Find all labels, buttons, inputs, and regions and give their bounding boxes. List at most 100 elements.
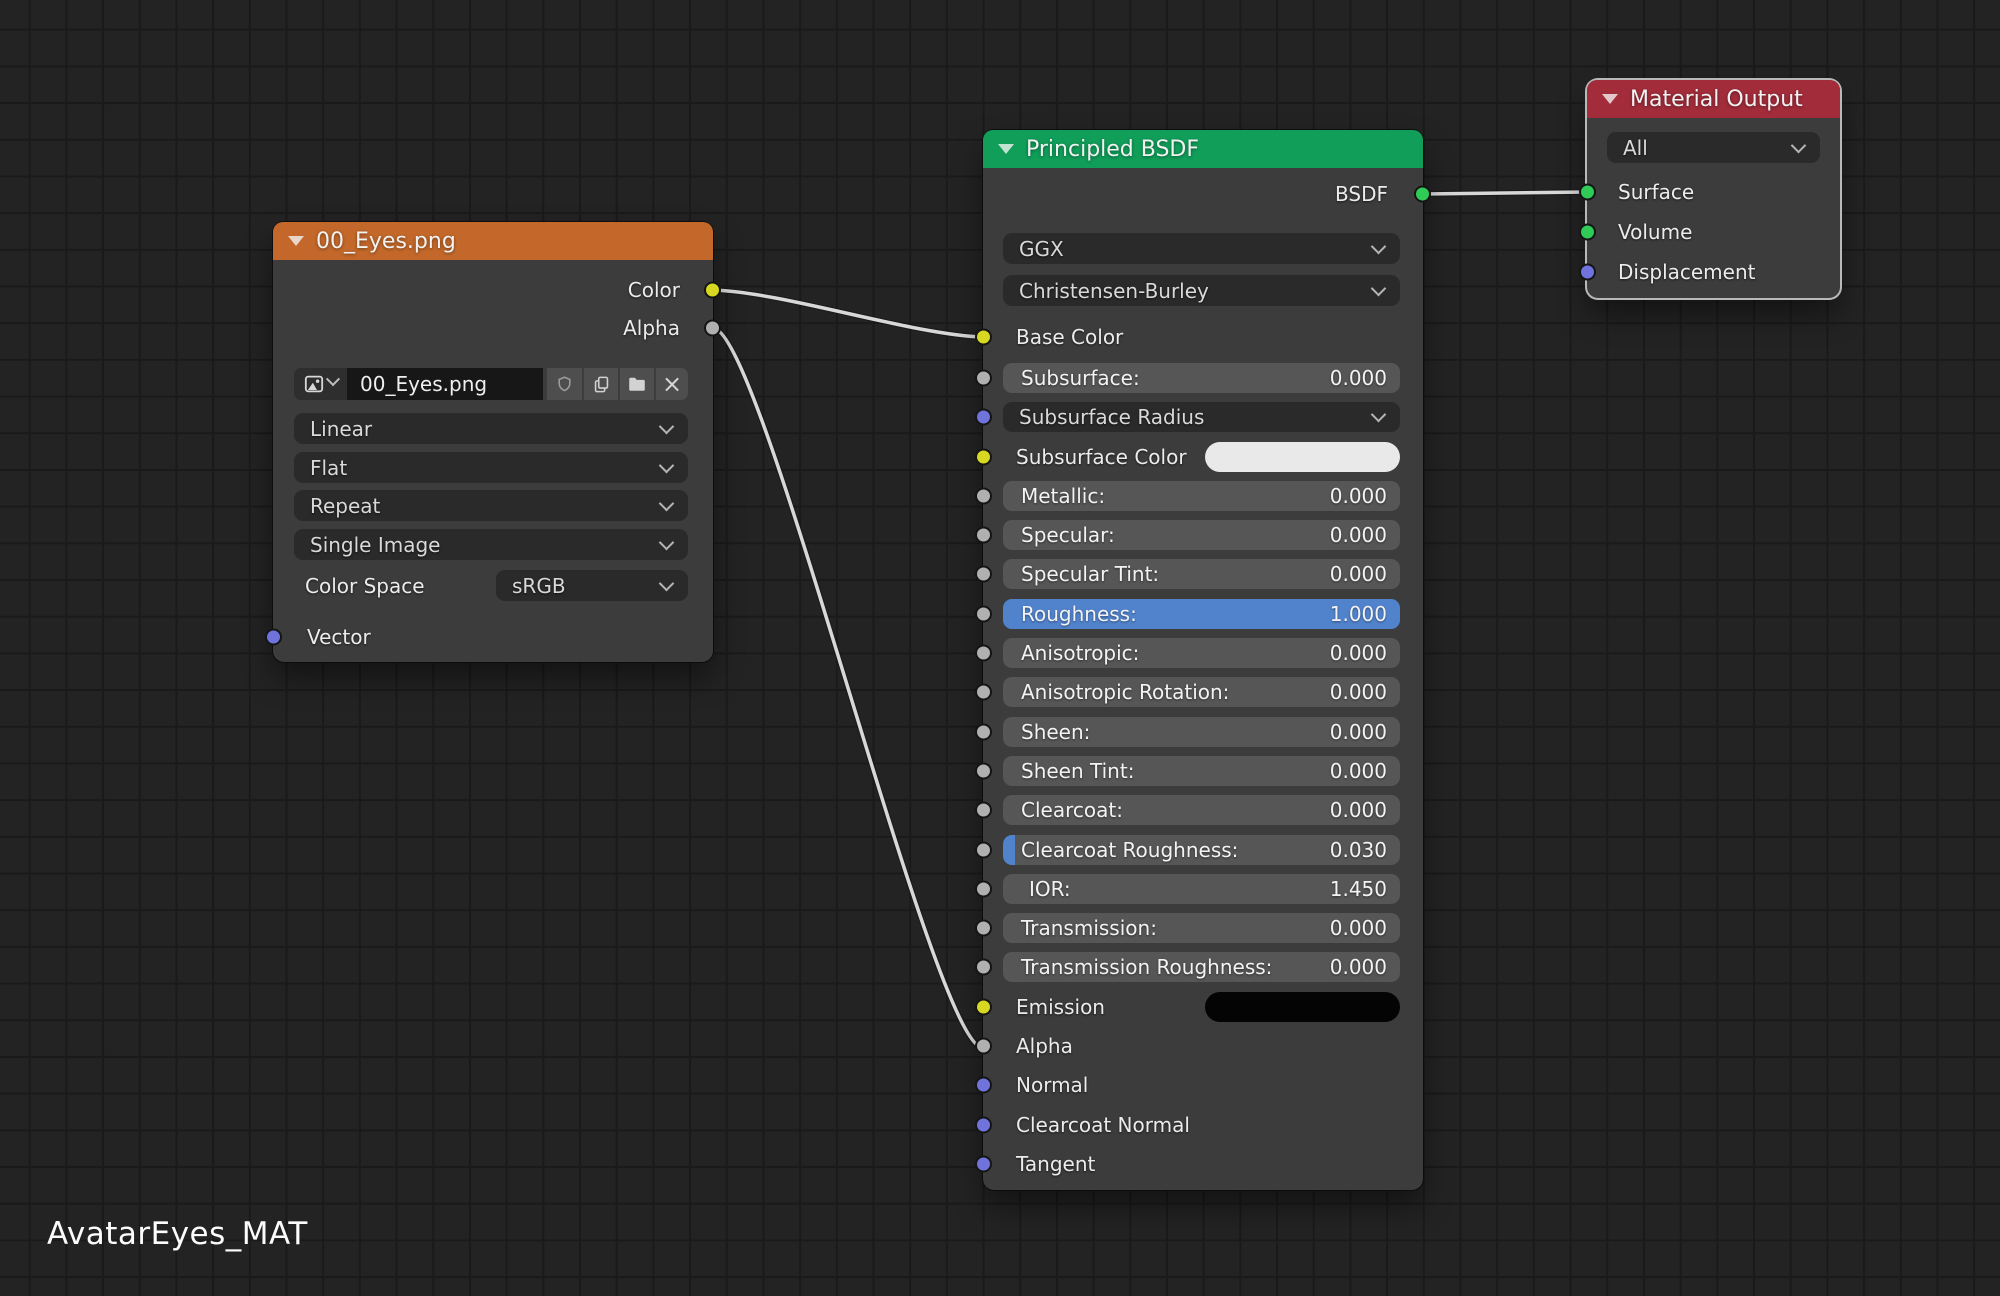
socket-subsurface[interactable] [975, 370, 992, 387]
socket-normal[interactable] [975, 1077, 992, 1094]
image-texture-node[interactable]: 00_Eyes.png Color Alpha 00_Eyes.png [273, 222, 713, 662]
specular-tint-slider[interactable]: Specular Tint:0.000 [1003, 559, 1400, 589]
subsurface-radius-dropdown[interactable]: Subsurface Radius [1003, 402, 1400, 432]
input-row-metallic: Metallic:0.000 [1003, 481, 1400, 511]
input-row-base-color: Base Color [1003, 322, 1400, 352]
color-space-label: Color Space [294, 574, 425, 598]
wire-bsdf-to-surface [1423, 192, 1587, 194]
socket-subsurface-color[interactable] [975, 448, 992, 465]
socket-anisotropic[interactable] [975, 645, 992, 662]
socket-metallic[interactable] [975, 487, 992, 504]
socket-clearcoat-roughness[interactable] [975, 841, 992, 858]
input-row-specular: Specular:0.000 [1003, 520, 1400, 550]
input-row-roughness: Roughness:1.000 [1003, 599, 1400, 629]
sheen-slider[interactable]: Sheen:0.000 [1003, 717, 1400, 747]
socket-bsdf-output[interactable] [1414, 186, 1431, 203]
output-target-dropdown[interactable]: All [1607, 132, 1820, 163]
socket-image-alpha-output[interactable] [704, 320, 721, 337]
material-output-node[interactable]: Material Output All Surface Volume Displ… [1587, 80, 1840, 298]
subsurface-slider[interactable]: Subsurface:0.000 [1003, 363, 1400, 393]
image-browse-button[interactable] [294, 368, 347, 400]
socket-transmission-roughness[interactable] [975, 959, 992, 976]
socket-tangent[interactable] [975, 1155, 992, 1172]
input-row-sheen: Sheen:0.000 [1003, 717, 1400, 747]
input-row-surface: Surface [1607, 177, 1820, 207]
projection-value: Flat [310, 456, 347, 480]
base-color-label: Base Color [1016, 325, 1123, 349]
unlink-x-icon: × [662, 372, 682, 396]
unlink-image-button[interactable]: × [656, 368, 688, 400]
ior-slider[interactable]: IOR:1.450 [1003, 874, 1400, 904]
socket-anisotropic-rotation[interactable] [975, 684, 992, 701]
interpolation-dropdown[interactable]: Linear [294, 413, 688, 444]
output-node-header[interactable]: Material Output [1587, 80, 1840, 118]
output-label-color: Color [628, 278, 680, 302]
subsurface-method-value: Christensen-Burley [1019, 279, 1209, 303]
duplicate-icon [592, 375, 611, 394]
fake-user-button[interactable] [547, 368, 582, 400]
socket-clearcoat-normal[interactable] [975, 1116, 992, 1133]
source-dropdown[interactable]: Single Image [294, 529, 688, 560]
extension-dropdown[interactable]: Repeat [294, 490, 688, 521]
anisotropic-rotation-slider[interactable]: Anisotropic Rotation:0.000 [1003, 677, 1400, 707]
input-row-volume: Volume [1607, 217, 1820, 247]
open-image-button[interactable] [620, 368, 654, 400]
socket-surface[interactable] [1579, 184, 1596, 201]
collapse-triangle-icon[interactable] [998, 144, 1014, 154]
color-space-dropdown[interactable]: sRGB [496, 570, 688, 601]
duplicate-datablock-button[interactable] [584, 368, 618, 400]
transmission-slider[interactable]: Transmission:0.000 [1003, 913, 1400, 943]
input-row-sheen-tint: Sheen Tint:0.000 [1003, 756, 1400, 786]
image-name-field[interactable]: 00_Eyes.png [347, 368, 543, 400]
socket-image-color-output[interactable] [704, 282, 721, 299]
subsurface-method-dropdown[interactable]: Christensen-Burley [1003, 275, 1400, 306]
input-row-ior: IOR:1.450 [1003, 874, 1400, 904]
metallic-slider[interactable]: Metallic:0.000 [1003, 481, 1400, 511]
clearcoat-slider[interactable]: Clearcoat:0.000 [1003, 795, 1400, 825]
collapse-triangle-icon[interactable] [288, 236, 304, 246]
socket-volume[interactable] [1579, 224, 1596, 241]
socket-roughness[interactable] [975, 605, 992, 622]
input-row-subsurface: Subsurface:0.000 [1003, 363, 1400, 393]
input-row-subsurface-color: Subsurface Color [1003, 442, 1400, 472]
socket-transmission[interactable] [975, 920, 992, 937]
input-row-anisotropic: Anisotropic:0.000 [1003, 638, 1400, 668]
image-node-title: 00_Eyes.png [316, 229, 456, 254]
socket-specular-tint[interactable] [975, 566, 992, 583]
color-space-value: sRGB [512, 574, 566, 598]
socket-subsurface-radius[interactable] [975, 409, 992, 426]
transmission-roughness-slider[interactable]: Transmission Roughness:0.000 [1003, 952, 1400, 982]
bsdf-node-header[interactable]: Principled BSDF [983, 130, 1423, 168]
specular-slider[interactable]: Specular:0.000 [1003, 520, 1400, 550]
input-row-clearcoat: Clearcoat:0.000 [1003, 795, 1400, 825]
socket-displacement[interactable] [1579, 264, 1596, 281]
input-row-displacement: Displacement [1607, 257, 1820, 287]
emission-color-swatch[interactable] [1205, 992, 1400, 1022]
projection-dropdown[interactable]: Flat [294, 452, 688, 483]
material-name-label: AvatarEyes_MAT [47, 1216, 308, 1252]
socket-ior[interactable] [975, 880, 992, 897]
socket-alpha-input[interactable] [975, 1038, 992, 1055]
socket-base-color[interactable] [975, 329, 992, 346]
collapse-triangle-icon[interactable] [1602, 94, 1618, 104]
input-row-normal: Normal [1003, 1070, 1400, 1100]
socket-sheen-tint[interactable] [975, 762, 992, 779]
input-row-subsurface-radius: Subsurface Radius [1003, 402, 1400, 432]
sheen-tint-slider[interactable]: Sheen Tint:0.000 [1003, 756, 1400, 786]
chevron-down-icon [325, 372, 339, 386]
input-row-specular-tint: Specular Tint:0.000 [1003, 559, 1400, 589]
socket-vector-input[interactable] [265, 629, 282, 646]
principled-bsdf-node[interactable]: Principled BSDF BSDF GGX Christensen-Bur… [983, 130, 1423, 1190]
distribution-dropdown[interactable]: GGX [1003, 233, 1400, 264]
roughness-slider[interactable]: Roughness:1.000 [1003, 599, 1400, 629]
socket-emission[interactable] [975, 998, 992, 1015]
anisotropic-slider[interactable]: Anisotropic:0.000 [1003, 638, 1400, 668]
image-node-header[interactable]: 00_Eyes.png [273, 222, 713, 260]
bsdf-node-title: Principled BSDF [1026, 137, 1199, 162]
subsurface-color-swatch[interactable] [1205, 442, 1400, 472]
socket-clearcoat[interactable] [975, 802, 992, 819]
socket-sheen[interactable] [975, 723, 992, 740]
image-datablock-row: 00_Eyes.png × [294, 368, 688, 400]
socket-specular[interactable] [975, 527, 992, 544]
clearcoat-roughness-slider[interactable]: Clearcoat Roughness:0.030 [1003, 835, 1400, 865]
